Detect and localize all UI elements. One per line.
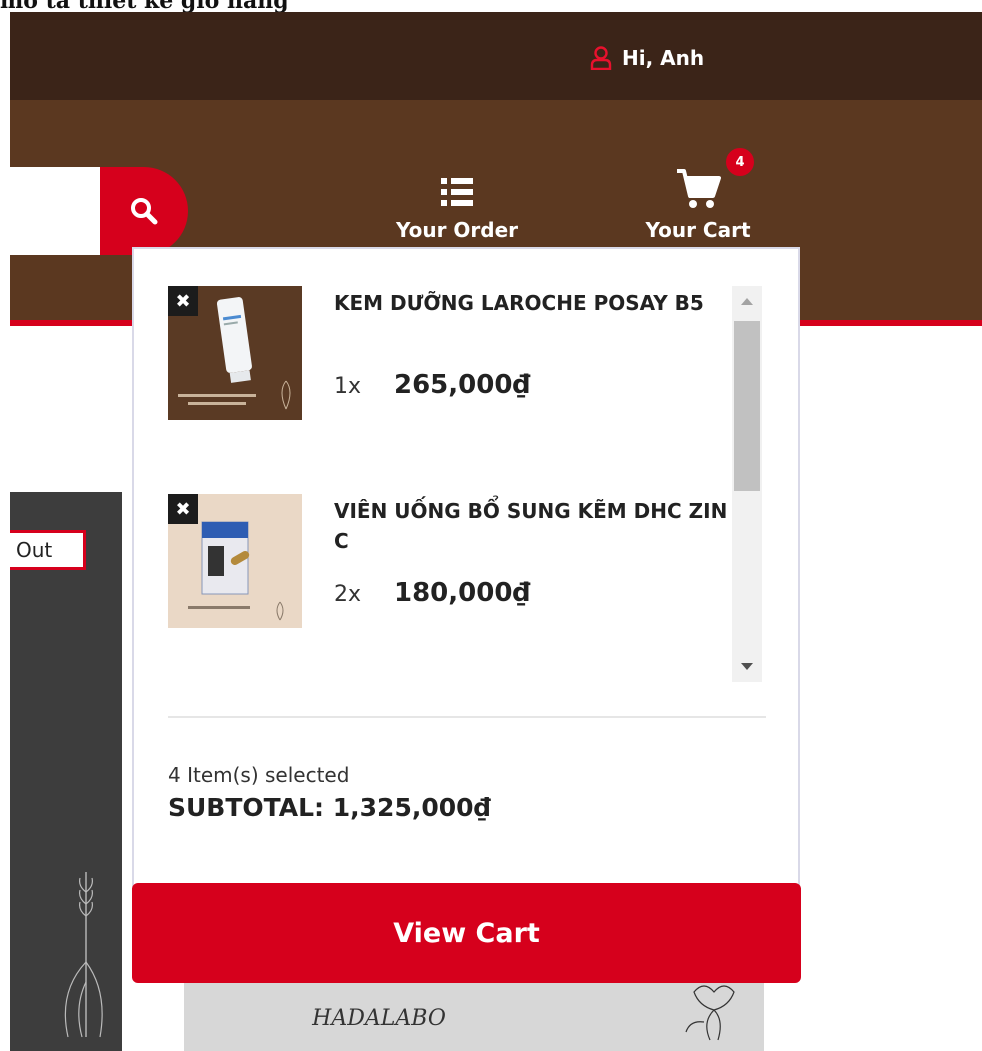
view-cart-button[interactable]: View Cart: [132, 883, 801, 983]
item-name[interactable]: VIÊN UỐNG BỔ SUNG KẼM DHC ZIN C: [334, 496, 734, 556]
greeting-text: Hi, Anh: [622, 46, 705, 70]
page-title: mô tả thiết kế giỏ hàng: [0, 0, 289, 14]
item-quantity: 2x: [334, 582, 362, 607]
divider: [168, 716, 766, 718]
item-quantity: 1x: [334, 374, 362, 399]
user-greeting[interactable]: Hi, Anh: [590, 46, 704, 70]
your-order-label: Your Order: [395, 218, 519, 242]
sold-out-tag: Out: [10, 530, 86, 570]
item-name[interactable]: KEM DƯỠNG LAROCHE POSAY B5: [334, 288, 734, 318]
search-button[interactable]: [100, 167, 188, 255]
user-icon: [590, 46, 612, 70]
flower-illustration: [685, 985, 735, 1041]
cart-item[interactable]: ✖ KEM DƯỠNG LAROCHE POSAY B5 1x 265,000₫: [168, 286, 728, 426]
product-thumbnail[interactable]: ✖: [168, 286, 302, 420]
product-thumbnail[interactable]: ✖: [168, 494, 302, 628]
top-bar: [10, 12, 982, 100]
cart-item[interactable]: ✖ VIÊN UỐNG BỔ SUNG KẼM DHC ZIN C 2x 180…: [168, 494, 728, 634]
cart-icon: [677, 169, 721, 208]
search-icon: [131, 198, 158, 225]
brand-label: HADALABO: [312, 1006, 446, 1031]
your-cart-link[interactable]: 4 Your Cart: [632, 146, 764, 242]
your-cart-label: Your Cart: [645, 218, 751, 242]
item-price: 180,000₫: [394, 578, 531, 608]
list-icon: [441, 178, 473, 206]
side-banner: [10, 492, 122, 1051]
cart-dropdown: ✖ KEM DƯỠNG LAROCHE POSAY B5 1x 265,000₫…: [132, 247, 800, 887]
selected-count: 4 Item(s) selected: [168, 763, 350, 787]
cart-count-badge: 4: [724, 146, 756, 178]
scrollbar-thumb[interactable]: [734, 321, 760, 491]
remove-item-button[interactable]: ✖: [168, 494, 198, 524]
cart-scrollbar[interactable]: [732, 286, 762, 682]
subtotal: SUBTOTAL: 1,325,000₫: [168, 793, 491, 822]
search-input[interactable]: [10, 167, 102, 255]
product-card-hadalabo[interactable]: HADALABO: [184, 982, 764, 1051]
remove-item-button[interactable]: ✖: [168, 286, 198, 316]
cart-item-list[interactable]: ✖ KEM DƯỠNG LAROCHE POSAY B5 1x 265,000₫…: [134, 249, 798, 689]
scroll-down-arrow-icon[interactable]: [732, 652, 762, 682]
item-price: 265,000₫: [394, 370, 531, 400]
your-order-link[interactable]: Your Order: [383, 166, 531, 242]
botanical-illustration: [64, 872, 103, 1038]
scroll-up-arrow-icon[interactable]: [732, 286, 762, 316]
